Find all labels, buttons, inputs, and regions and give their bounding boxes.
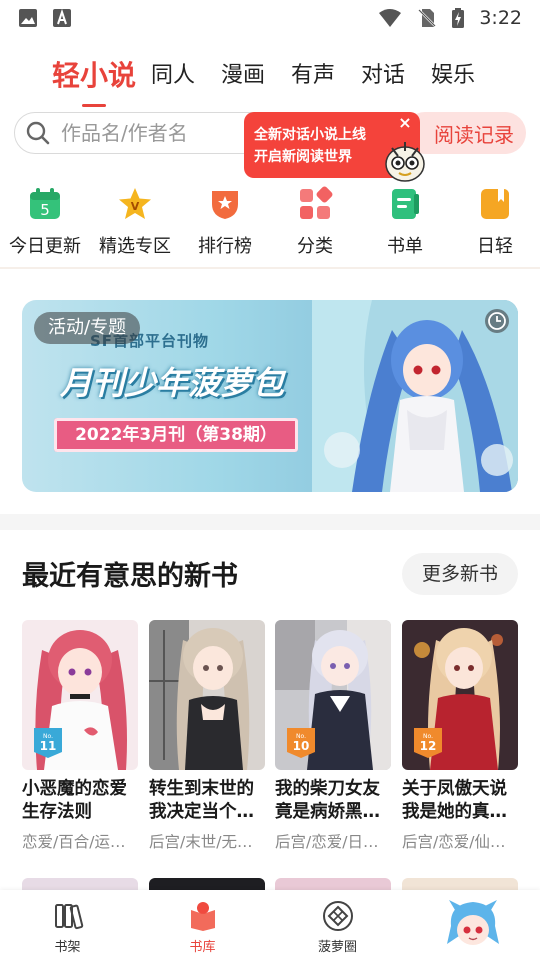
- book-title[interactable]: 我的柴刀女友 竟是病娇黑…: [275, 778, 391, 824]
- bottom-nav: 书架 书库 菠萝圈: [0, 890, 540, 960]
- calendar-icon: 5: [30, 188, 60, 219]
- rank-badge: No. 12: [414, 728, 442, 758]
- book-tags: 恋爱/百合/运…: [22, 833, 126, 851]
- rank-badge: No. 11: [34, 728, 62, 758]
- category-label: 日轻: [477, 236, 513, 257]
- image-icon: [19, 9, 37, 27]
- book-tags: 后宫/恋爱/日…: [275, 833, 379, 851]
- book-cover[interactable]: No. 10: [275, 620, 391, 770]
- rank-number: 10: [293, 739, 310, 753]
- nav-label: 书库: [189, 940, 216, 955]
- nav-pineapple-circle[interactable]: 菠萝圈: [270, 890, 405, 960]
- promo-banner[interactable]: SF首部平台刊物 月刊少年菠萝包 2022年3月刊（第38期） 活动/专题: [22, 300, 518, 492]
- book-card[interactable]: 转生到末世的 我决定当个… 后宫/末世/无…: [149, 620, 265, 852]
- book-cover[interactable]: [149, 620, 265, 770]
- book-tags: 后宫/末世/无…: [149, 833, 253, 851]
- nav-label: 书架: [54, 940, 81, 955]
- more-new-books-button[interactable]: 更多新书: [402, 553, 518, 595]
- book-card[interactable]: No. 10 我的柴刀女友 竟是病娇黑… 后宫/恋爱/日…: [275, 620, 391, 852]
- book-cover[interactable]: No. 12: [402, 620, 518, 770]
- a-notification-icon: [53, 8, 71, 27]
- book-cover[interactable]: No. 11: [22, 620, 138, 770]
- category-classification[interactable]: 分类: [270, 186, 360, 266]
- grid-icon: [300, 186, 333, 219]
- divider: [0, 267, 540, 269]
- v-star-icon: V: [119, 188, 151, 219]
- book-grid: No. 11 小恶魔的恋爱 生存法则 恋爱/百合/运… 转生到末世的 我决定当个…: [22, 620, 522, 870]
- battery-charging-icon: [452, 8, 465, 28]
- category-label: 排行榜: [198, 236, 252, 257]
- tab-comics[interactable]: 漫画: [208, 52, 278, 100]
- pineapple-circle-icon: [322, 901, 353, 931]
- category-today-updates[interactable]: 5 今日更新: [0, 186, 90, 266]
- pineapple-mascot-icon: [385, 142, 425, 182]
- banner-title: 月刊少年菠萝包: [60, 364, 285, 402]
- rank-number: 12: [420, 739, 437, 753]
- nav-library[interactable]: 书库: [135, 890, 270, 960]
- avatar-icon: [444, 898, 501, 954]
- category-label: 今日更新: [9, 236, 81, 257]
- book-title[interactable]: 转生到末世的 我决定当个…: [149, 778, 265, 824]
- bookshelf-icon: [54, 904, 83, 930]
- category-label: 精选专区: [99, 236, 171, 257]
- status-time: 3:22: [479, 7, 522, 29]
- library-icon: [190, 902, 215, 931]
- category-japanese-light-novel[interactable]: 日轻: [450, 186, 540, 266]
- top-tabs: 轻小说 同人 漫画 有声 对话 娱乐: [0, 44, 540, 107]
- section-title: 最近有意思的新书: [22, 561, 238, 592]
- nav-profile[interactable]: [405, 890, 540, 960]
- category-row: 5 今日更新 V 精选专区 排行榜 分类 书单 日轻: [0, 186, 540, 266]
- category-label: 书单: [387, 236, 423, 257]
- category-rankings[interactable]: 排行榜: [180, 186, 270, 266]
- booklist-icon: [392, 189, 419, 219]
- banner-tag: 活动/专题: [34, 312, 141, 344]
- tab-fan-fiction[interactable]: 同人: [138, 52, 208, 100]
- tab-dialogue[interactable]: 对话: [348, 52, 418, 100]
- trophy-icon: [212, 191, 238, 219]
- search-icon: [26, 121, 50, 145]
- wifi-icon: [379, 9, 402, 27]
- book-title[interactable]: 关于凤傲天说 我是她的真…: [402, 778, 518, 824]
- no-sim-icon: [418, 9, 437, 27]
- rank-badge: No. 10: [287, 728, 315, 758]
- section-separator: [0, 514, 540, 530]
- status-bar: 3:22: [0, 0, 540, 36]
- category-label: 分类: [297, 236, 333, 257]
- book-card[interactable]: No. 11 小恶魔的恋爱 生存法则 恋爱/百合/运…: [22, 620, 138, 852]
- close-icon[interactable]: ×: [396, 114, 414, 132]
- cover-illustration: [149, 620, 265, 770]
- nav-bookshelf[interactable]: 书架: [0, 890, 135, 960]
- category-featured[interactable]: V 精选专区: [90, 186, 180, 266]
- rank-number: 11: [40, 739, 57, 753]
- featured-badge: V: [131, 200, 140, 213]
- book-title[interactable]: 小恶魔的恋爱 生存法则: [22, 778, 138, 824]
- nav-label: 菠萝圈: [317, 940, 357, 955]
- tab-light-novel[interactable]: 轻小说: [50, 52, 138, 107]
- calendar-badge: 5: [40, 201, 50, 219]
- book-icon: [481, 189, 509, 219]
- category-booklist[interactable]: 书单: [360, 186, 450, 266]
- book-card[interactable]: No. 12 关于凤傲天说 我是她的真… 后宫/恋爱/仙…: [402, 620, 518, 852]
- book-tags: 后宫/恋爱/仙…: [402, 833, 506, 851]
- banner-ribbon: 2022年3月刊（第38期）: [54, 418, 298, 452]
- tab-audio[interactable]: 有声: [278, 52, 348, 100]
- clock-icon: [485, 309, 509, 333]
- tab-entertainment[interactable]: 娱乐: [418, 52, 488, 100]
